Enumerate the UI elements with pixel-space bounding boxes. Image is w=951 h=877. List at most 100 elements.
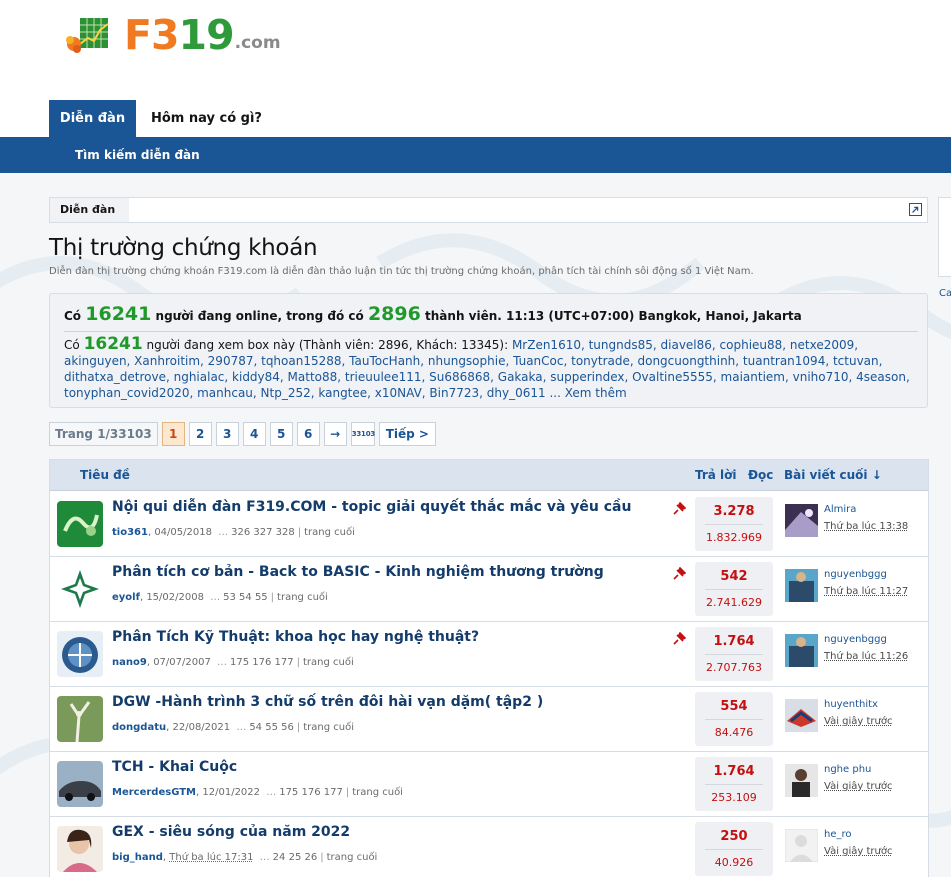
reply-count: 250 xyxy=(720,829,748,844)
last-page-link[interactable]: trang cuối xyxy=(327,852,378,863)
thread-author-avatar[interactable] xyxy=(57,631,103,677)
thread-author[interactable]: big_hand xyxy=(112,852,163,863)
reply-count: 542 xyxy=(720,569,748,584)
last-poster-avatar[interactable] xyxy=(785,764,818,797)
thread-meta: nano9, 07/07/2007 … 175 176 177 | trang cuố… xyxy=(112,657,354,668)
thread-row[interactable]: TCH - Khai Cuộc MercerdesGTM, 12/01/2022… xyxy=(50,752,928,817)
last-poster-name[interactable]: nghe phu xyxy=(824,764,871,775)
see-more-link[interactable]: ... Xem thêm xyxy=(549,386,626,400)
last-page-link[interactable]: trang cuối xyxy=(277,592,328,603)
logo-suffix: .com xyxy=(234,33,281,53)
thread-author-avatar[interactable] xyxy=(57,761,103,807)
last-poster-avatar[interactable] xyxy=(785,829,818,862)
thread-author[interactable]: MercerdesGTM xyxy=(112,787,196,798)
page-link[interactable]: 2 xyxy=(188,422,212,446)
breadcrumb: Diễn đàn xyxy=(49,197,928,223)
thread-row[interactable]: DGW -Hành trình 3 chữ số trên đôi hài vạ… xyxy=(50,687,928,752)
view-count: 2.707.763 xyxy=(706,661,762,674)
tab-forums[interactable]: Diễn đàn xyxy=(49,100,136,137)
thread-row[interactable]: Phân tích cơ bản - Back to BASIC - Kinh … xyxy=(50,557,928,622)
thread-stats: 554 84.476 xyxy=(695,692,773,746)
thread-author[interactable]: tio361 xyxy=(112,527,148,538)
page-description: Diễn đàn thị trường chứng khoán F319.com… xyxy=(49,266,754,277)
tab-whats-new[interactable]: Hôm nay có gì? xyxy=(137,100,276,137)
nav-subbar: Tìm kiếm diễn đàn xyxy=(0,137,951,173)
thread-author-avatar[interactable] xyxy=(57,566,103,612)
thread-title[interactable]: Phân tích cơ bản - Back to BASIC - Kinh … xyxy=(112,564,604,580)
jump-to-icon[interactable] xyxy=(909,203,922,216)
col-views-header[interactable]: Đọc xyxy=(748,460,773,490)
thread-title[interactable]: DGW -Hành trình 3 chữ số trên đôi hài vạ… xyxy=(112,694,543,710)
thread-row[interactable]: Phân Tích Kỹ Thuật: khoa học hay nghệ th… xyxy=(50,622,928,687)
last-poster-avatar[interactable] xyxy=(785,569,818,602)
last-post-time[interactable]: Vài giây trước xyxy=(824,781,893,792)
thread-row[interactable]: Nội qui diễn đàn F319.COM - topic giải q… xyxy=(50,492,928,557)
col-last-post-header[interactable]: Bài viết cuối ↓ xyxy=(784,460,882,490)
col-replies-header[interactable]: Trả lời xyxy=(695,460,737,490)
thread-pages[interactable]: 53 54 55 xyxy=(223,592,268,603)
sidebar-text: Ca xyxy=(939,288,951,299)
thread-author[interactable]: eyolf xyxy=(112,592,140,603)
last-poster-avatar[interactable] xyxy=(785,504,818,537)
page-link[interactable]: 5 xyxy=(269,422,293,446)
thread-pages[interactable]: 175 176 177 xyxy=(230,657,294,668)
page-link-last[interactable]: 33103 xyxy=(350,422,375,446)
thread-meta: tio361, 04/05/2018 … 326 327 328 | trang cu… xyxy=(112,527,355,538)
reply-count: 1.764 xyxy=(713,634,755,649)
thread-author[interactable]: dongdatu xyxy=(112,722,166,733)
last-post-time[interactable]: Thứ ba lúc 11:27 xyxy=(824,586,908,597)
last-poster-name[interactable]: huyenthitx xyxy=(824,699,878,710)
thread-pages[interactable]: 24 25 26 xyxy=(273,852,318,863)
thread-list: Tiêu đề Trả lời Đọc Bài viết cuối ↓ Nội … xyxy=(49,459,929,877)
last-poster-name[interactable]: Almira xyxy=(824,504,856,515)
col-title-header[interactable]: Tiêu đề xyxy=(80,460,130,490)
page-link[interactable]: 3 xyxy=(215,422,239,446)
page-skip-arrow[interactable]: → xyxy=(323,422,347,446)
view-count: 84.476 xyxy=(714,726,754,739)
breadcrumb-arrow xyxy=(116,198,124,222)
last-poster-name[interactable]: he_ro xyxy=(824,829,852,840)
thread-title[interactable]: Nội qui diễn đàn F319.COM - topic giải q… xyxy=(112,499,631,515)
last-post-time[interactable]: Vài giây trước xyxy=(824,716,893,727)
thread-pages[interactable]: 54 55 56 xyxy=(249,722,294,733)
thread-pages[interactable]: 326 327 328 xyxy=(231,527,295,538)
thread-stats: 250 40.926 xyxy=(695,822,773,876)
last-page-link[interactable]: trang cuối xyxy=(303,657,354,668)
thread-author-avatar[interactable] xyxy=(57,696,103,742)
reply-count: 1.764 xyxy=(713,764,755,779)
pagination: Trang 1/33103 1 2 3 4 5 6 → 33103 Tiếp > xyxy=(49,422,436,446)
thread-title[interactable]: Phân Tích Kỹ Thuật: khoa học hay nghệ th… xyxy=(112,629,479,645)
last-poster-avatar[interactable] xyxy=(785,634,818,667)
thread-row[interactable]: GEX - siêu sóng của năm 2022 big_hand, T… xyxy=(50,817,928,877)
next-page-button[interactable]: Tiếp > xyxy=(378,422,436,446)
thread-author-avatar[interactable] xyxy=(57,826,103,872)
page-link[interactable]: 6 xyxy=(296,422,320,446)
thread-author[interactable]: nano9 xyxy=(112,657,147,668)
thread-title[interactable]: TCH - Khai Cuộc xyxy=(112,759,237,775)
last-post-time[interactable]: Thứ ba lúc 11:26 xyxy=(824,651,908,662)
site-logo[interactable]: F319 .com xyxy=(62,10,281,60)
last-poster-avatar[interactable] xyxy=(785,699,818,732)
page-title: Thị trường chứng khoán xyxy=(49,235,318,261)
view-count: 2.741.629 xyxy=(706,596,762,609)
pin-icon xyxy=(673,567,686,580)
last-page-link[interactable]: trang cuối xyxy=(352,787,403,798)
thread-meta: eyolf, 15/02/2008 … 53 54 55 | trang cuối xyxy=(112,592,328,603)
last-page-link[interactable]: trang cuối xyxy=(303,722,354,733)
last-post-time[interactable]: Thứ ba lúc 13:38 xyxy=(824,521,908,532)
logo-chart-icon xyxy=(66,18,109,53)
last-post-time[interactable]: Vài giây trước xyxy=(824,846,893,857)
view-count: 1.832.969 xyxy=(706,531,762,544)
last-poster-name[interactable]: nguyenbggg xyxy=(824,634,887,645)
thread-stats: 1.764 253.109 xyxy=(695,757,773,811)
thread-meta: MercerdesGTM, 12/01/2022 … 175 176 177 | tr… xyxy=(112,787,403,798)
search-forums-link[interactable]: Tìm kiếm diễn đàn xyxy=(75,137,200,173)
last-poster-name[interactable]: nguyenbggg xyxy=(824,569,887,580)
page-link[interactable]: 4 xyxy=(242,422,266,446)
thread-title[interactable]: GEX - siêu sóng của năm 2022 xyxy=(112,824,350,840)
last-page-link[interactable]: trang cuối xyxy=(304,527,355,538)
thread-author-avatar[interactable] xyxy=(57,501,103,547)
thread-date: Thứ ba lúc 17:31 xyxy=(169,852,254,863)
thread-pages[interactable]: 175 176 177 xyxy=(279,787,343,798)
page-link-current[interactable]: 1 xyxy=(161,422,185,446)
